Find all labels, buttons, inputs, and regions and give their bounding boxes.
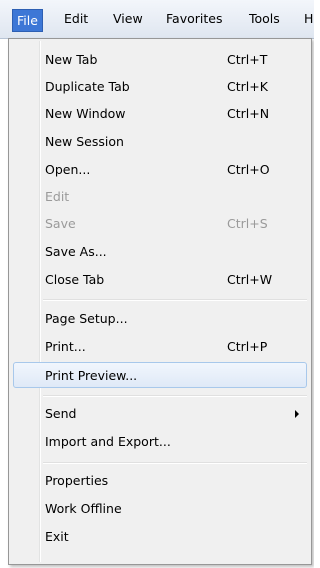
menu-edit[interactable]: Edit xyxy=(64,10,88,28)
menu-item-properties[interactable]: Properties xyxy=(13,468,307,494)
menu-item-label: Save As... xyxy=(45,244,107,259)
menu-separator xyxy=(43,462,307,464)
menu-bar: File Edit View Favorites Tools H xyxy=(0,0,314,39)
menu-item-label: New Tab xyxy=(45,52,98,67)
menu-item-new-session[interactable]: New Session xyxy=(13,129,307,155)
menu-item-label: Print... xyxy=(45,339,86,354)
menu-item-label: Exit xyxy=(45,529,69,544)
menu-item-save: Save Ctrl+S xyxy=(13,211,307,237)
menu-item-shortcut: Ctrl+N xyxy=(227,106,270,121)
menu-item-label: New Session xyxy=(45,134,124,149)
browser-window: File Edit View Favorites Tools H New Tab… xyxy=(0,0,314,568)
menu-file[interactable]: File xyxy=(12,9,43,32)
menu-item-print-preview[interactable]: Print Preview... xyxy=(13,362,307,388)
menu-separator xyxy=(43,299,307,301)
menu-item-shortcut: Ctrl+W xyxy=(227,272,273,287)
menu-item-label: Duplicate Tab xyxy=(45,79,130,94)
menu-item-work-offline[interactable]: Work Offline xyxy=(13,496,307,522)
menu-item-label: Import and Export... xyxy=(45,434,171,449)
menu-item-new-tab[interactable]: New Tab Ctrl+T xyxy=(13,47,307,73)
menu-item-label: Send xyxy=(45,406,77,421)
menu-item-open[interactable]: Open... Ctrl+O xyxy=(13,157,307,183)
menu-item-import-export[interactable]: Import and Export... xyxy=(13,429,307,455)
menu-item-duplicate-tab[interactable]: Duplicate Tab Ctrl+K xyxy=(13,74,307,100)
menu-item-label: Work Offline xyxy=(45,501,122,516)
menu-item-shortcut: Ctrl+T xyxy=(227,52,268,67)
menu-item-label: Open... xyxy=(45,162,91,177)
menu-item-print[interactable]: Print... Ctrl+P xyxy=(13,334,307,360)
menu-separator xyxy=(43,395,307,397)
menu-item-edit: Edit xyxy=(13,184,307,210)
menu-view[interactable]: View xyxy=(113,10,143,28)
menu-item-new-window[interactable]: New Window Ctrl+N xyxy=(13,101,307,127)
menu-item-exit[interactable]: Exit xyxy=(13,524,307,550)
menu-item-label: Close Tab xyxy=(45,272,105,287)
submenu-arrow-icon xyxy=(295,410,299,418)
menu-item-shortcut: Ctrl+S xyxy=(227,216,268,231)
menu-item-label: Properties xyxy=(45,473,109,488)
file-menu-dropdown: New Tab Ctrl+T Duplicate Tab Ctrl+K New … xyxy=(8,38,312,565)
menu-item-shortcut: Ctrl+K xyxy=(227,79,268,94)
menu-item-shortcut: Ctrl+O xyxy=(227,162,270,177)
menu-item-close-tab[interactable]: Close Tab Ctrl+W xyxy=(13,267,307,293)
menu-item-label: Print Preview... xyxy=(45,368,138,383)
menu-favorites[interactable]: Favorites xyxy=(166,10,222,28)
menu-item-label: Save xyxy=(45,216,76,231)
menu-tools[interactable]: Tools xyxy=(249,10,280,28)
menu-item-send[interactable]: Send xyxy=(13,401,307,427)
menu-item-label: Page Setup... xyxy=(45,311,128,326)
menu-help[interactable]: H xyxy=(304,10,313,28)
menu-item-shortcut: Ctrl+P xyxy=(227,339,268,354)
menu-item-save-as[interactable]: Save As... xyxy=(13,239,307,265)
menu-item-page-setup[interactable]: Page Setup... xyxy=(13,306,307,332)
menu-item-label: Edit xyxy=(45,189,70,204)
menu-item-label: New Window xyxy=(45,106,126,121)
